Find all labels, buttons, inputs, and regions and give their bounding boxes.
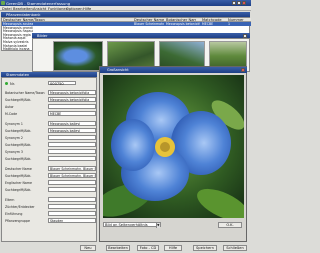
foto-cd-button[interactable]: Foto - CD xyxy=(137,245,159,251)
synonym1-label: Synonym 1 xyxy=(5,121,23,126)
bottom-toolbar: Neu Bearbeiten Foto - CD Hilfe Speichern… xyxy=(0,243,251,253)
zoom-mode-dropdown[interactable]: Bild an Seitenverhältnis ▼ xyxy=(103,222,161,228)
deutscher-name-label: Deutscher Name xyxy=(5,166,32,171)
maximize-button[interactable] xyxy=(237,1,241,5)
stammdaten-form: Nr. 000750 Botanischer Name/Taxon Meconop… xyxy=(1,77,97,242)
menu-bearbeiten[interactable]: Bearbeiten xyxy=(13,7,33,11)
einfuehrung-label: Einführung xyxy=(5,211,23,216)
synonym2-label: Synonym 2 xyxy=(5,135,23,140)
zuechter-field[interactable] xyxy=(48,204,96,209)
nr-field[interactable]: 000750 xyxy=(48,80,76,86)
flower-center-inner xyxy=(160,142,170,152)
eltern-field[interactable] xyxy=(48,197,96,202)
menu-funktionen[interactable]: Funktionen xyxy=(48,7,68,11)
synonym2b-label: Suchbegriff/Abk. xyxy=(5,142,32,147)
zoom-mode-value: Bild an Seitenverhältnis xyxy=(105,223,148,228)
synonym1-field[interactable]: Meconopsis baileyi xyxy=(48,121,96,126)
synonym3-field[interactable] xyxy=(48,149,96,154)
schliessen-button[interactable]: Schließen xyxy=(223,245,247,251)
image-window-title: Großansicht xyxy=(107,67,129,72)
zuechter-label: Züchter/Entdecker xyxy=(5,204,35,209)
synonym1b-label: Suchbegriff/Abk. xyxy=(5,128,32,133)
flower-photo xyxy=(103,75,244,218)
menu-ansicht[interactable]: Ansicht xyxy=(33,7,46,11)
hilfe-button[interactable]: Hilfe xyxy=(164,245,182,251)
menu-datei[interactable]: Datei xyxy=(2,7,12,11)
englischer-name-field[interactable] xyxy=(48,180,96,185)
synonym2b-field[interactable] xyxy=(48,142,96,147)
panel-bilder-title: Bilder xyxy=(37,33,48,38)
bearbeiten-button[interactable]: Bearbeiten xyxy=(106,245,130,251)
englischer-name-label: Englischer Name xyxy=(5,180,32,185)
eltern-label: Eltern xyxy=(5,197,15,202)
botanischer-name-field[interactable]: Meconopsis betonicifolia xyxy=(48,90,96,95)
nr-label: Nr. xyxy=(10,81,15,86)
menu-optionen[interactable]: Optionen xyxy=(66,7,82,11)
ok-button[interactable]: O.K. xyxy=(218,222,242,228)
suchbegriff2-label: Suchbegriff/Abk. xyxy=(5,173,32,178)
panel-stammdaten-title: Stammdaten xyxy=(6,72,30,77)
nr-radio[interactable] xyxy=(5,82,8,85)
synonym3b-field[interactable] xyxy=(48,156,96,161)
suchbegriff-label: Suchbegriff/Abk. xyxy=(5,97,32,102)
suchbegriff-field[interactable]: Meconopsis betonicifolia xyxy=(48,97,96,102)
suchbegriff2-field[interactable]: Blauer Scheinmohn, Blauer Scheinmohn xyxy=(48,173,96,178)
neu-button[interactable]: Neu xyxy=(80,245,96,251)
image-window-titlebar[interactable]: Großansicht xyxy=(100,67,247,73)
einfuehrung-field[interactable] xyxy=(48,211,96,216)
botanischer-name-label: Botanischer Name/Taxon xyxy=(5,90,45,95)
pflanzengruppe-label: Pflanzengruppe xyxy=(5,218,30,223)
menu-hilfe[interactable]: Hilfe xyxy=(83,7,91,11)
table-cell-col1: Matthiola incana xyxy=(3,47,30,52)
pflanzengruppe-field[interactable]: Stauden xyxy=(48,218,96,223)
thumbnail-1[interactable] xyxy=(53,41,103,71)
matchcode-field[interactable]: MECBE xyxy=(48,111,96,116)
close-button[interactable] xyxy=(242,1,246,5)
bilder-close-button[interactable] xyxy=(243,33,247,38)
suchbegriff3-field[interactable] xyxy=(48,187,96,192)
synonym3-label: Synonym 3 xyxy=(5,149,23,154)
synonym1b-field[interactable]: Meconopsis baileyi xyxy=(48,128,96,133)
deutscher-name-field[interactable]: Blauer Scheinmohn, Blauer Scheinmohn xyxy=(48,166,96,171)
panel-pflanzen-title: Pflanzendatenbank xyxy=(6,12,41,17)
synonym3b-label: Suchbegriff/Abk. xyxy=(5,156,32,161)
synonym2-field[interactable] xyxy=(48,135,96,140)
speichern-button[interactable]: Speichern xyxy=(193,245,217,251)
image-window: Großansicht Bild an Seitenverhältnis ▼ O… xyxy=(99,66,247,242)
petal-4 xyxy=(111,119,155,171)
image-window-close-button[interactable] xyxy=(241,67,245,72)
matchcode-label: M-Code xyxy=(5,111,18,116)
autor-field[interactable] xyxy=(48,104,96,109)
chevron-down-icon: ▼ xyxy=(155,223,160,228)
app-icon xyxy=(1,1,5,5)
minimize-button[interactable] xyxy=(232,1,236,5)
menu-bar: Datei Bearbeiten Ansicht Funktionen Opti… xyxy=(0,6,251,11)
suchbegriff3-label: Suchbegriff/Abk. xyxy=(5,187,32,192)
autor-label: Autor xyxy=(5,104,14,109)
